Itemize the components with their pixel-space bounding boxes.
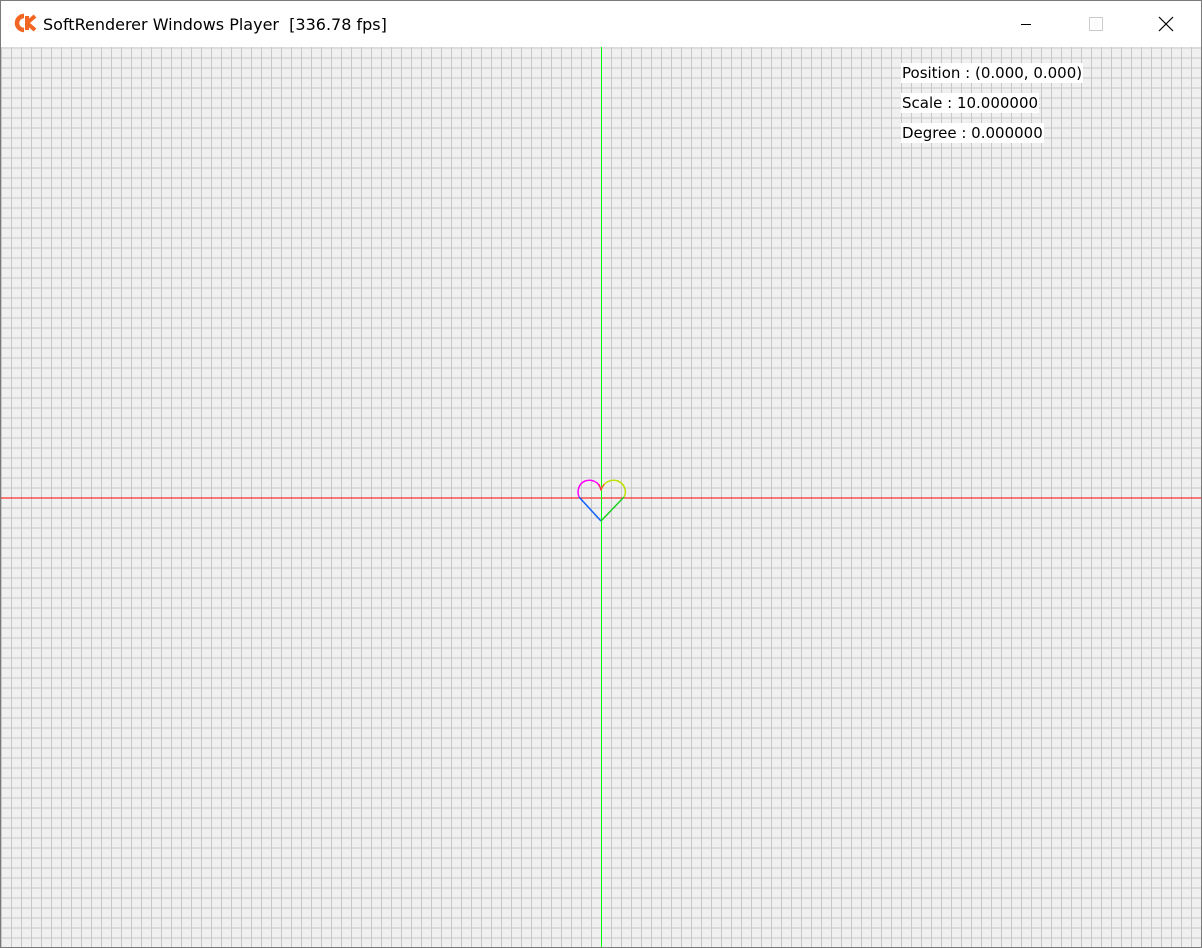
degree-readout: Degree : 0.000000 <box>901 123 1044 143</box>
minimize-button[interactable] <box>991 1 1061 47</box>
window-title: SoftRenderer Windows Player [336.78 fps] <box>43 15 387 34</box>
minimize-icon <box>1021 24 1031 25</box>
render-canvas <box>1 47 1201 947</box>
app-window: SoftRenderer Windows Player [336.78 fps] <box>0 0 1202 948</box>
close-icon <box>1158 16 1174 32</box>
maximize-icon <box>1089 17 1103 31</box>
title-bar[interactable]: SoftRenderer Windows Player [336.78 fps] <box>1 1 1201 47</box>
close-button[interactable] <box>1131 1 1201 47</box>
position-readout: Position : (0.000, 0.000) <box>901 63 1084 83</box>
scale-readout: Scale : 10.000000 <box>901 93 1040 113</box>
maximize-button[interactable] <box>1061 1 1131 47</box>
render-viewport[interactable]: Position : (0.000, 0.000) Scale : 10.000… <box>1 47 1201 947</box>
ck-logo-icon <box>14 13 37 33</box>
